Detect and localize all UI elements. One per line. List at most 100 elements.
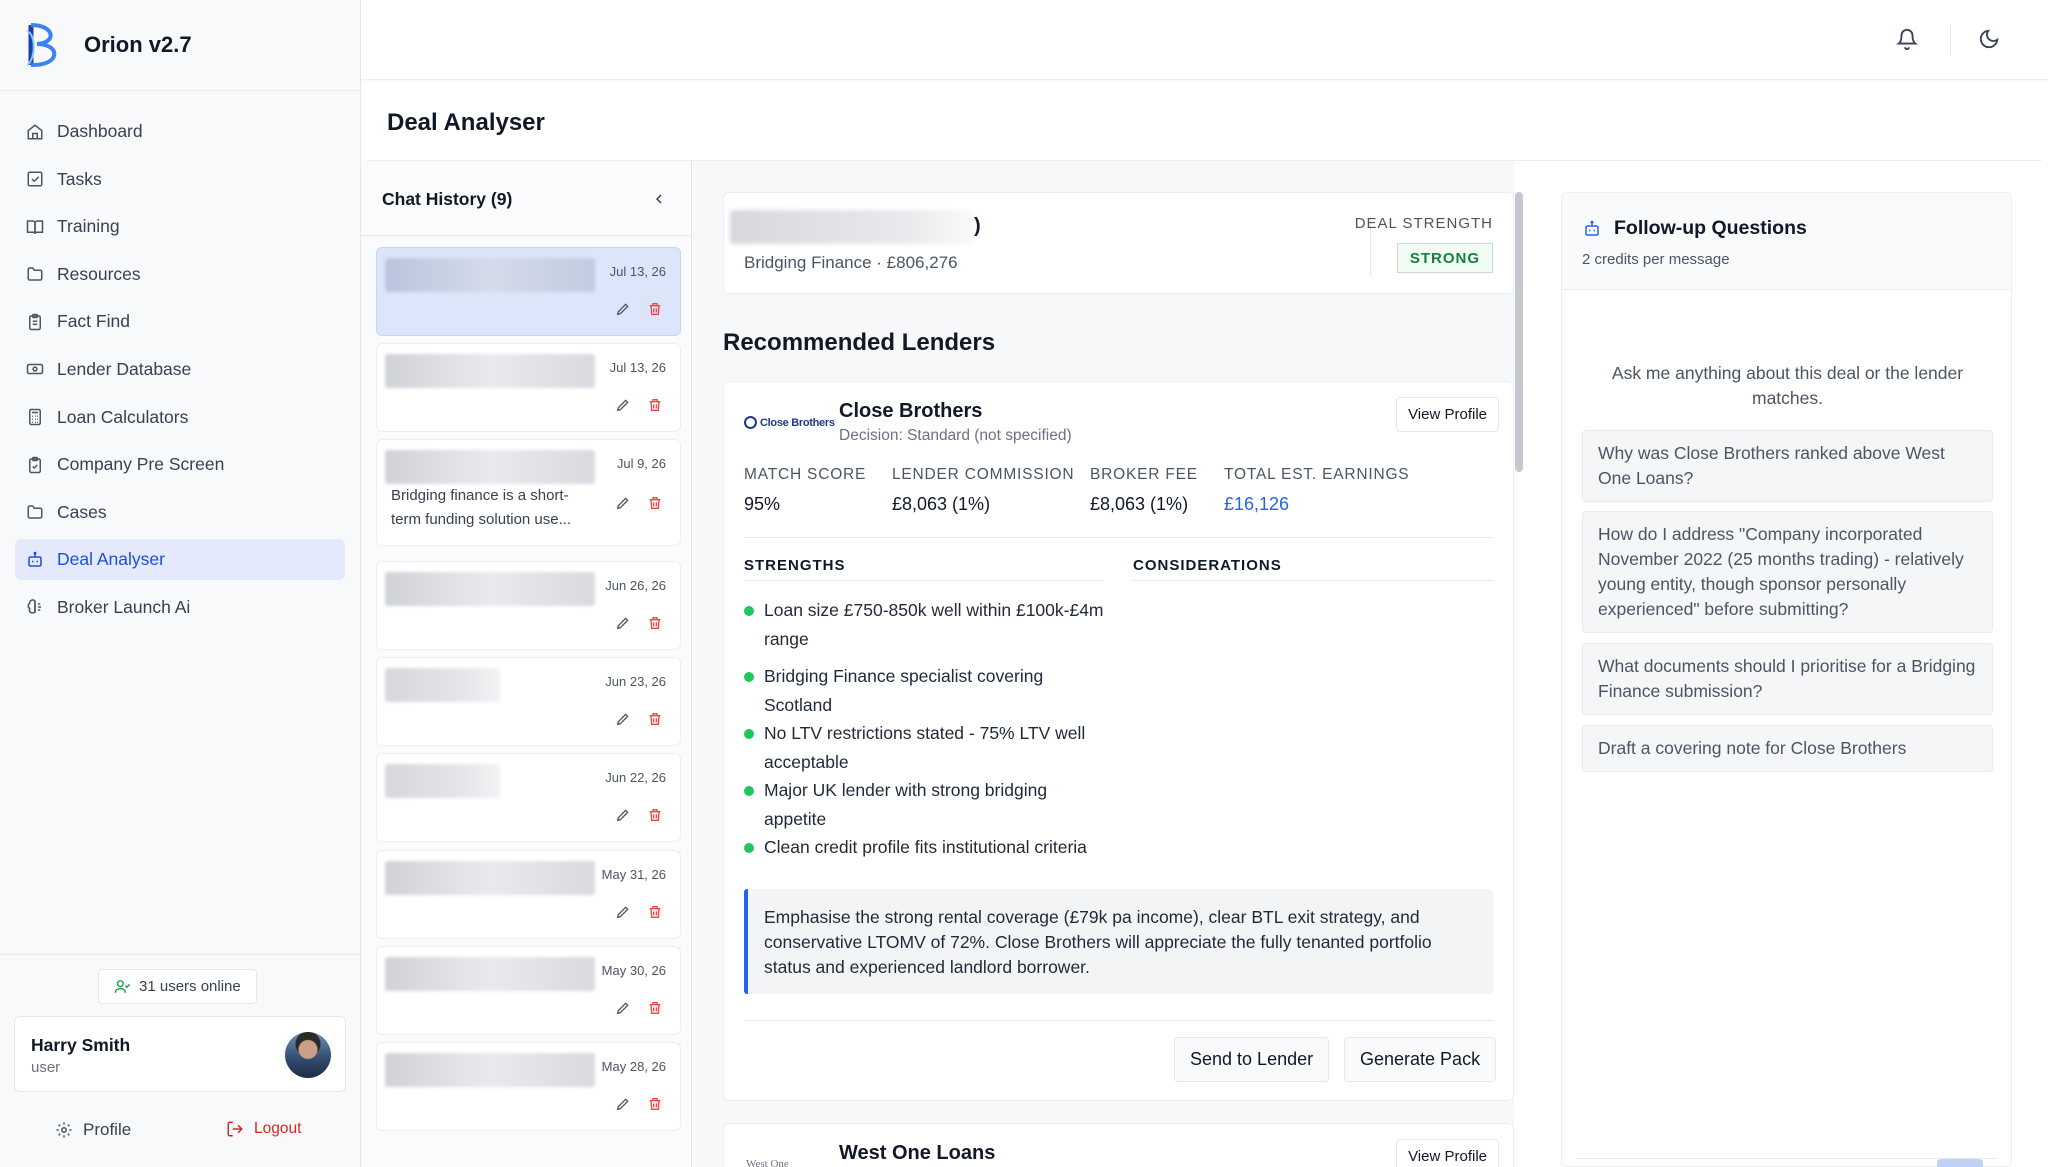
considerations-heading: CONSIDERATIONS (1133, 557, 1493, 581)
trash-icon[interactable] (646, 999, 664, 1017)
lender-card: West One West One Loans View Profile (723, 1123, 1514, 1167)
redacted-title (385, 450, 595, 484)
pencil-icon[interactable] (614, 1095, 632, 1113)
app-logo-icon[interactable] (24, 20, 66, 70)
sidebar-item-deal-analyser[interactable]: Deal Analyser (15, 539, 345, 581)
pencil-icon[interactable] (614, 999, 632, 1017)
view-profile-button[interactable]: View Profile (1396, 1139, 1499, 1167)
avatar[interactable] (285, 1032, 331, 1078)
history-date: Jun 22, 26 (605, 770, 666, 785)
main-scrollbar[interactable] (1515, 192, 1523, 472)
strengths-list: Loan size £750-850k well within £100k-£4… (744, 596, 1104, 862)
pencil-icon[interactable] (614, 614, 632, 632)
pencil-icon[interactable] (614, 300, 632, 318)
metric-broker-fee: BROKER FEE £8,063 (1%) (1090, 466, 1198, 515)
gear-icon (56, 1122, 72, 1138)
history-item[interactable]: May 28, 26 (376, 1042, 681, 1131)
redacted-title (385, 957, 595, 991)
message-input[interactable] (1577, 1158, 1997, 1167)
metric-value: £16,126 (1224, 494, 1290, 514)
trash-icon[interactable] (646, 494, 664, 512)
banknote-icon (25, 359, 45, 379)
profile-label: Profile (83, 1120, 132, 1139)
pencil-icon[interactable] (614, 806, 632, 824)
strength-item: Major UK lender with strong bridging app… (744, 776, 1104, 833)
history-item[interactable]: Jun 23, 26 (376, 657, 681, 746)
follow-up-panel: Follow-up Questions 2 credits per messag… (1561, 192, 2012, 1167)
calculator-icon (25, 407, 45, 427)
deal-name-tail: ) (974, 215, 981, 237)
sidebar-item-dashboard[interactable]: Dashboard (15, 111, 345, 152)
pencil-icon[interactable] (614, 396, 632, 414)
redacted-title (385, 764, 500, 798)
sidebar-item-loan-calculators[interactable]: Loan Calculators (15, 397, 345, 438)
clipboard-check-icon (25, 455, 45, 475)
sidebar-item-training[interactable]: Training (15, 206, 345, 247)
follow-up-title: Follow-up Questions (1614, 217, 1807, 239)
history-item[interactable]: Jun 26, 26 (376, 561, 681, 650)
follow-up-prompt: Ask me anything about this deal or the l… (1611, 363, 1964, 408)
redacted-title (385, 861, 595, 895)
user-card[interactable]: Harry Smith user (14, 1016, 346, 1092)
book-icon (25, 217, 45, 237)
sidebar-item-cases[interactable]: Cases (15, 492, 345, 533)
history-actions (614, 396, 664, 414)
trash-icon[interactable] (646, 806, 664, 824)
metric-lender-commission: LENDER COMMISSION £8,063 (1%) (892, 466, 1074, 515)
sidebar-item-broker-launch-ai[interactable]: Broker Launch Ai (15, 587, 345, 628)
history-item[interactable]: Jul 9, 26 Bridging finance is a short-te… (376, 439, 681, 546)
pencil-icon[interactable] (614, 710, 632, 728)
suggested-question[interactable]: How do I address "Company incorporated N… (1582, 511, 1993, 633)
lender-logo-mark-icon (744, 416, 757, 429)
chat-history-title: Chat History (9) (382, 189, 513, 209)
sidebar-item-resources[interactable]: Resources (15, 254, 345, 295)
history-item[interactable]: Jun 22, 26 (376, 753, 681, 842)
deal-strength-label: DEAL STRENGTH (1354, 215, 1493, 232)
sidebar-item-company-pre-screen[interactable]: Company Pre Screen (15, 444, 345, 485)
sidebar-item-tasks[interactable]: Tasks (15, 159, 345, 200)
trash-icon[interactable] (646, 710, 664, 728)
redacted-title (385, 668, 500, 702)
suggested-question[interactable]: Draft a covering note for Close Brothers (1582, 725, 1993, 772)
section-title: Recommended Lenders (723, 329, 996, 356)
logout-label: Logout (254, 1120, 302, 1137)
trash-icon[interactable] (646, 1095, 664, 1113)
bell-icon[interactable] (1895, 28, 1920, 52)
logout-link[interactable]: Logout (226, 1120, 301, 1138)
chat-history-panel: Chat History (9) Jul 13, 26 Jul 13, 26 J… (361, 161, 692, 1167)
moon-icon[interactable] (1978, 28, 2002, 52)
logout-icon (227, 1121, 243, 1137)
sidebar-item-fact-find[interactable]: Fact Find (15, 301, 345, 342)
history-item[interactable]: May 30, 26 (376, 946, 681, 1035)
history-item[interactable]: Jul 13, 26 (376, 247, 681, 336)
divider (1950, 24, 1951, 56)
pencil-icon[interactable] (614, 494, 632, 512)
view-profile-button[interactable]: View Profile (1396, 397, 1499, 432)
generate-pack-button[interactable]: Generate Pack (1344, 1037, 1497, 1082)
sidebar-item-label: Resources (57, 263, 141, 284)
sidebar-item-label: Training (57, 216, 120, 237)
send-to-lender-button[interactable]: Send to Lender (1174, 1037, 1330, 1082)
history-date: May 28, 26 (601, 1059, 666, 1074)
suggested-question[interactable]: What documents should I prioritise for a… (1582, 643, 1993, 715)
history-item[interactable]: May 31, 26 (376, 850, 681, 939)
history-item[interactable]: Jul 13, 26 (376, 343, 681, 432)
metric-match-score: MATCH SCORE 95% (744, 466, 866, 515)
sidebar-item-lender-database[interactable]: Lender Database (15, 349, 345, 390)
strengths-heading: STRENGTHS (744, 557, 1104, 581)
pencil-icon[interactable] (614, 903, 632, 921)
trash-icon[interactable] (646, 300, 664, 318)
profile-link[interactable]: Profile (55, 1120, 131, 1140)
trash-icon[interactable] (646, 396, 664, 414)
sidebar-item-label: Cases (57, 501, 107, 522)
brain-icon (25, 597, 45, 617)
history-actions (614, 614, 664, 632)
suggested-question[interactable]: Why was Close Brothers ranked above West… (1582, 430, 1993, 502)
online-users-text: 31 users online (139, 978, 241, 995)
collapse-button[interactable] (648, 188, 670, 210)
metric-label: LENDER COMMISSION (892, 466, 1075, 483)
trash-icon[interactable] (646, 614, 664, 632)
send-message-button[interactable] (1937, 1159, 1983, 1167)
metric-label: TOTAL EST. EARNINGS (1224, 466, 1410, 483)
trash-icon[interactable] (646, 903, 664, 921)
